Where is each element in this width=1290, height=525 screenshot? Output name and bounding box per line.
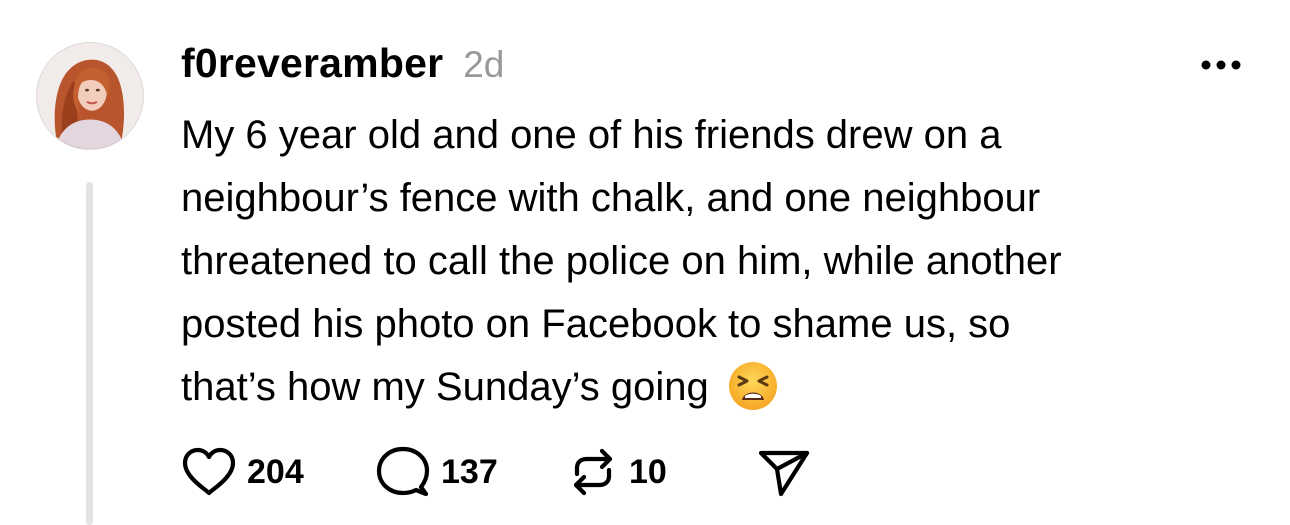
post-body: My 6 year old and one of his friends dre… [181, 104, 1261, 419]
timestamp: 2d [463, 44, 505, 85]
thread-line [86, 182, 93, 525]
reply-count: 137 [441, 452, 498, 491]
share-button[interactable] [755, 444, 813, 500]
repost-button[interactable]: 10 [567, 444, 667, 500]
post-body-line-text: that’s how my Sunday’s going [181, 365, 709, 409]
post-header: f0reveramber 2d [181, 40, 504, 92]
repost-count: 10 [629, 452, 667, 491]
tired-face-emoji [727, 360, 779, 412]
avatar[interactable] [36, 42, 144, 150]
post-body-line: posted his photo on Facebook to shame us… [181, 302, 1011, 346]
post-body-line: threatened to call the police on him, wh… [181, 239, 1062, 283]
heart-icon [182, 447, 236, 496]
speech-bubble-icon [376, 446, 430, 497]
avatar-image [37, 43, 143, 149]
more-button[interactable] [1196, 50, 1246, 80]
post-body-line: neighbour’s fence with chalk, and one ne… [181, 176, 1041, 220]
more-icon [1201, 60, 1241, 70]
like-count: 204 [247, 452, 304, 491]
action-bar: 204 137 10 [181, 444, 821, 500]
repost-arrows-icon [573, 448, 613, 496]
post-body-line: My 6 year old and one of his friends dre… [181, 113, 1002, 157]
username[interactable]: f0reveramber [181, 40, 443, 87]
reply-button[interactable]: 137 [375, 444, 498, 500]
send-icon [758, 450, 810, 497]
post-body-line-last: that’s how my Sunday’s going [181, 356, 1261, 419]
thread-post: f0reveramber 2d My 6 year old and one of… [0, 0, 1290, 525]
like-button[interactable]: 204 [181, 444, 304, 500]
